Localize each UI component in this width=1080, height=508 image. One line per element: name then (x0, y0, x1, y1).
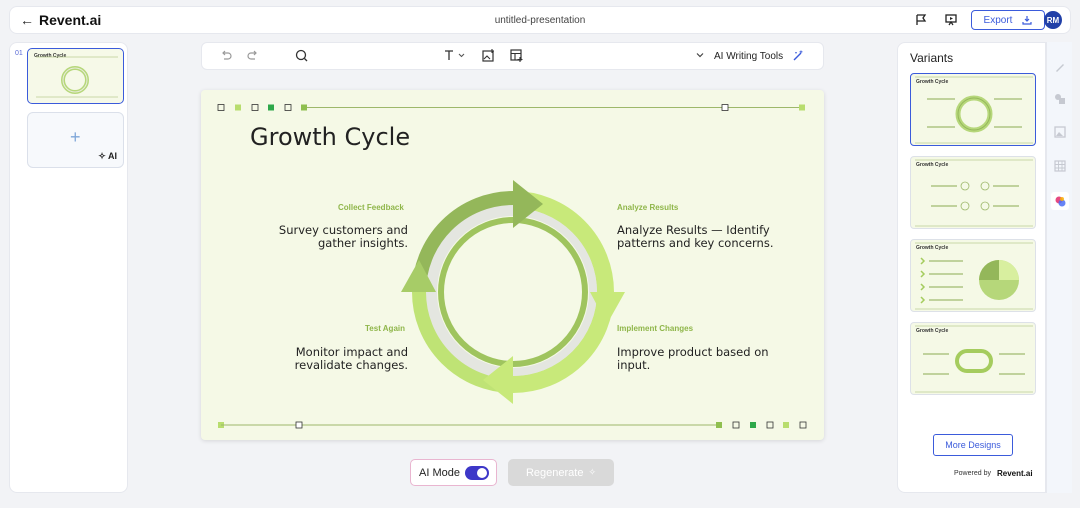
ai-writing-tools-button[interactable]: AI Writing Tools (714, 51, 783, 62)
more-designs-button[interactable]: More Designs (933, 434, 1013, 456)
chevron-down-icon[interactable] (696, 51, 704, 59)
sparkle-icon: ✧ (98, 151, 106, 161)
section-body-analyze-results[interactable]: Analyze Results — Identify patterns and … (617, 224, 817, 250)
section-heading-collect-feedback[interactable]: Collect Feedback (338, 203, 404, 212)
user-avatar[interactable]: RM (1044, 11, 1062, 29)
section-body-collect-feedback[interactable]: Survey customers and gather insights. (241, 224, 408, 250)
regenerate-label: Regenerate (525, 466, 584, 479)
slide-title[interactable]: Growth Cycle (250, 123, 410, 151)
section-body-implement-changes[interactable]: Improve product based on input. (617, 346, 817, 372)
redo-icon[interactable] (247, 49, 259, 61)
export-label: Export (983, 14, 1013, 26)
sparkle-icon: ✧ (588, 467, 597, 477)
themes-icon[interactable] (1051, 192, 1069, 210)
variant-card-2[interactable]: Growth Cycle (910, 156, 1036, 229)
document-title[interactable]: untitled-presentation (10, 15, 1070, 26)
slide-number: 01 (15, 50, 23, 57)
body-line: revalidate changes. (294, 358, 408, 372)
export-button[interactable]: Export (971, 10, 1045, 30)
section-heading-implement-changes[interactable]: Implement Changes (617, 324, 693, 333)
body-line: gather insights. (317, 236, 408, 250)
ai-generate-slide[interactable]: ✧ AI (98, 151, 117, 162)
section-body-test-again[interactable]: Monitor impact and revalidate changes. (241, 346, 408, 372)
ai-mode-label: AI Mode (419, 466, 460, 479)
body-line: input. (617, 358, 651, 372)
body-line: patterns and key concerns. (617, 236, 774, 250)
variant-preview-flow (915, 325, 1033, 393)
section-heading-test-again[interactable]: Test Again (365, 324, 405, 333)
magic-wand-icon[interactable] (792, 50, 804, 62)
variant-card-4[interactable]: Growth Cycle (910, 322, 1036, 395)
variant-preview-pie (915, 242, 1033, 310)
shapes-icon[interactable] (1053, 92, 1067, 106)
plus-icon: + (70, 127, 81, 147)
search-icon[interactable] (295, 49, 308, 62)
regenerate-button[interactable]: Regenerate ✧ (508, 459, 614, 486)
insert-image-icon[interactable] (482, 49, 495, 62)
ai-mode-toggle[interactable] (465, 466, 489, 480)
variant-card-1[interactable]: Growth Cycle (910, 73, 1036, 146)
powered-by-brand[interactable]: Revent.ai (997, 469, 1033, 478)
section-heading-analyze-results[interactable]: Analyze Results (617, 203, 678, 212)
right-tool-strip (1046, 42, 1072, 493)
top-bar: ← Revent.ai untitled-presentation Export… (9, 6, 1071, 34)
insert-table-icon[interactable] (510, 49, 523, 62)
powered-by-label: Powered by (954, 470, 991, 477)
variant-card-3[interactable]: Growth Cycle (910, 239, 1036, 312)
present-icon[interactable] (943, 12, 959, 28)
editor-toolbar: AI Writing Tools (201, 42, 824, 70)
image-icon[interactable] (1053, 125, 1067, 139)
add-slide-button[interactable]: + ✧ AI (27, 112, 124, 168)
slides-panel: 01 Growth Cycle + ✧ AI (9, 42, 128, 493)
flag-icon[interactable] (913, 12, 929, 28)
ai-label: AI (108, 151, 117, 161)
variant-preview-cycle (915, 76, 1033, 144)
pen-icon[interactable] (1053, 60, 1067, 74)
thumb-cycle-graphic (36, 56, 118, 98)
variants-panel: Variants Growth Cycle Growth Cycle Growt… (897, 42, 1046, 493)
variants-title: Variants (910, 51, 954, 65)
variant-preview-grid (915, 159, 1033, 227)
slide-thumbnail-1[interactable]: Growth Cycle (27, 48, 124, 104)
download-icon (1022, 16, 1033, 25)
undo-icon[interactable] (220, 49, 232, 61)
text-format-icon[interactable] (444, 49, 466, 61)
ai-mode-control[interactable]: AI Mode (410, 459, 497, 486)
slide-canvas[interactable]: Growth Cycle Collect Feedback Survey cus… (201, 90, 824, 440)
growth-cycle-diagram (401, 180, 625, 404)
table-icon[interactable] (1053, 159, 1067, 173)
